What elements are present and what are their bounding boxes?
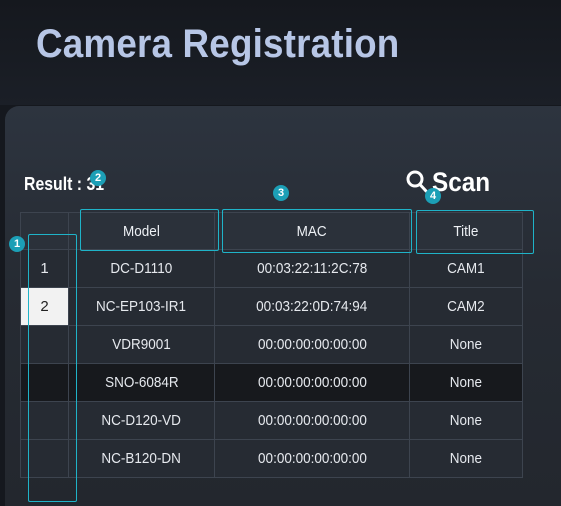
mac-cell: 00:00:00:00:00:00 <box>214 439 410 478</box>
mac-cell: 00:03:22:11:2C:78 <box>214 249 410 288</box>
row-index-cell[interactable] <box>20 401 69 440</box>
page-title: Camera Registration <box>36 22 400 66</box>
model-cell: NC-EP103-IR1 <box>68 287 215 326</box>
row-index-cell[interactable] <box>20 439 69 478</box>
table-row[interactable]: VDR9001 00:00:00:00:00:00 None <box>20 325 523 364</box>
table-row[interactable]: NC-B120-DN 00:00:00:00:00:00 None <box>20 439 523 478</box>
model-cell: NC-B120-DN <box>68 439 215 478</box>
marker-1: 1 <box>9 236 25 252</box>
title-cell[interactable]: None <box>409 401 523 440</box>
camera-table: Model MAC Title 1 DC-D1110 00:03:22:11:2… <box>20 212 523 478</box>
column-header-index <box>20 212 69 250</box>
column-header-mac[interactable]: MAC <box>214 212 410 250</box>
table-row[interactable]: SNO-6084R 00:00:00:00:00:00 None <box>20 363 523 402</box>
column-header-model[interactable]: Model <box>68 212 215 250</box>
row-index-cell[interactable]: 2 <box>20 287 69 326</box>
title-cell[interactable]: None <box>409 363 523 402</box>
table-header-row: Model MAC Title <box>20 212 523 250</box>
title-cell[interactable]: CAM2 <box>409 287 523 326</box>
scan-button[interactable]: Scan <box>406 166 497 198</box>
title-bar: Camera Registration <box>0 0 561 105</box>
model-cell: DC-D1110 <box>68 249 215 288</box>
table-row[interactable]: 2 NC-EP103-IR1 00:03:22:0D:74:94 CAM2 <box>20 287 523 326</box>
table-row[interactable]: NC-D120-VD 00:00:00:00:00:00 None <box>20 401 523 440</box>
mac-cell: 00:00:00:00:00:00 <box>214 401 410 440</box>
title-cell[interactable]: CAM1 <box>409 249 523 288</box>
marker-3: 3 <box>273 185 289 201</box>
model-cell: NC-D120-VD <box>68 401 215 440</box>
marker-2: 2 <box>90 170 106 186</box>
row-index-cell[interactable] <box>20 363 69 402</box>
table-row[interactable]: 1 DC-D1110 00:03:22:11:2C:78 CAM1 <box>20 249 523 288</box>
column-header-title[interactable]: Title <box>409 212 523 250</box>
model-cell: SNO-6084R <box>68 363 215 402</box>
mac-cell: 00:03:22:0D:74:94 <box>214 287 410 326</box>
model-cell: VDR9001 <box>68 325 215 364</box>
marker-4: 4 <box>425 188 441 204</box>
row-index-cell[interactable] <box>20 325 69 364</box>
mac-cell: 00:00:00:00:00:00 <box>214 363 410 402</box>
title-cell[interactable]: None <box>409 325 523 364</box>
row-index-cell[interactable]: 1 <box>20 249 69 288</box>
title-cell[interactable]: None <box>409 439 523 478</box>
search-icon <box>406 170 428 193</box>
mac-cell: 00:00:00:00:00:00 <box>214 325 410 364</box>
